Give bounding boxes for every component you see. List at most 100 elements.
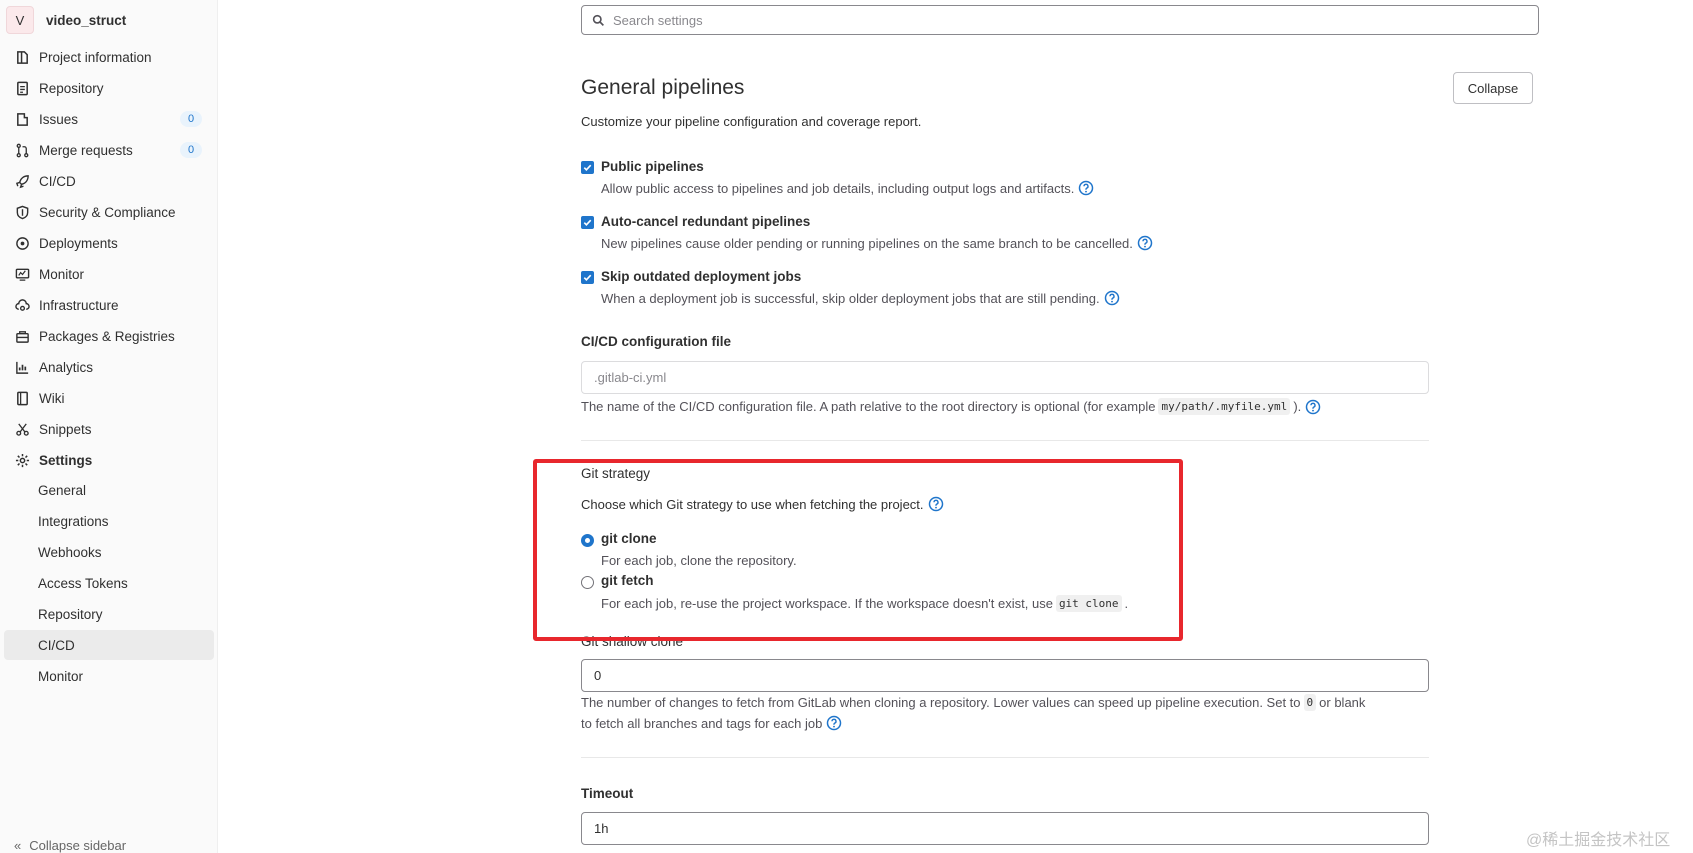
sidebar-item-settings[interactable]: Settings: [0, 445, 218, 475]
git-clone-code: git clone: [1055, 595, 1122, 612]
timeout-input[interactable]: [592, 820, 1396, 837]
project-header[interactable]: V video_struct: [6, 4, 126, 36]
git-clone-help: For each job, clone the repository.: [601, 553, 797, 568]
sidebar-item-label: Project information: [39, 49, 152, 65]
sidebar-item-label: Repository: [39, 80, 104, 96]
project-icon: [14, 49, 30, 65]
issues-count-badge: 0: [180, 111, 202, 127]
checkbox-help: New pipelines cause older pending or run…: [601, 235, 1153, 251]
sidebar-item-label: Deployments: [39, 235, 118, 251]
question-circle-icon[interactable]: [826, 715, 842, 731]
sidebar-item-security-compliance[interactable]: Security & Compliance: [0, 197, 218, 227]
question-circle-icon[interactable]: [928, 496, 944, 512]
collapse-sidebar-button[interactable]: « Collapse sidebar: [14, 838, 126, 853]
sidebar-item-wiki[interactable]: Wiki: [0, 383, 218, 413]
git-fetch-help: For each job, re-use the project workspa…: [601, 595, 1128, 612]
ci-config-field: [581, 361, 1429, 394]
checkbox-help: Allow public access to pipelines and job…: [601, 180, 1094, 196]
sidebar-item-label: Security & Compliance: [39, 204, 176, 220]
ci-config-label: CI/CD configuration file: [581, 334, 731, 349]
cloud-gear-icon: [14, 297, 30, 313]
sidebar-item-label: Issues: [39, 111, 79, 127]
scissors-icon: [14, 421, 30, 437]
checkbox-help: When a deployment job is successful, ski…: [601, 290, 1120, 306]
sidebar-item-snippets[interactable]: Snippets: [0, 414, 218, 444]
sidebar-item-merge-requests[interactable]: Merge requests 0: [0, 135, 218, 165]
git-clone-label: git clone: [601, 531, 657, 546]
sidebar-item-monitor[interactable]: Monitor: [0, 259, 218, 289]
sidebar-item-infrastructure[interactable]: Infrastructure: [0, 290, 218, 320]
shallow-clone-help-text2: to fetch all branches and tags for each …: [581, 715, 823, 731]
sidebar-item-project-information[interactable]: Project information: [0, 42, 218, 72]
section-description: Customize your pipeline configuration an…: [581, 114, 922, 129]
issues-icon: [14, 111, 30, 127]
settings-sub-general[interactable]: General: [4, 475, 214, 505]
rocket-icon: [14, 173, 30, 189]
question-circle-icon[interactable]: [1104, 290, 1120, 306]
collapse-button[interactable]: Collapse: [1453, 72, 1533, 104]
shallow-zero-code: 0: [1303, 694, 1317, 711]
settings-sub-webhooks[interactable]: Webhooks: [4, 537, 214, 567]
sidebar-item-label: CI/CD: [39, 173, 76, 189]
checkbox-help-text: Allow public access to pipelines and job…: [601, 180, 1075, 196]
doc-icon: [14, 80, 30, 96]
settings-sub-monitor[interactable]: Monitor: [4, 661, 214, 691]
timeout-field: [581, 812, 1429, 845]
shallow-clone-label: Git shallow clone: [581, 634, 684, 649]
sidebar-item-repository[interactable]: Repository: [0, 73, 218, 103]
shallow-clone-field: [581, 659, 1429, 692]
git-strategy-label: Git strategy: [581, 466, 651, 481]
sidebar-item-label: Wiki: [39, 390, 65, 406]
checkbox-help-text: New pipelines cause older pending or run…: [601, 235, 1133, 251]
collapse-sidebar-label: Collapse sidebar: [29, 838, 127, 853]
monitor-icon: [14, 266, 30, 282]
search-settings-input[interactable]: [611, 11, 1515, 29]
git-strategy-description-text: Choose which Git strategy to use when fe…: [581, 496, 924, 512]
settings-sub-access-tokens[interactable]: Access Tokens: [4, 568, 214, 598]
watermark: @稀土掘金技术社区: [1526, 832, 1671, 849]
sidebar-item-packages-registries[interactable]: Packages & Registries: [0, 321, 218, 351]
settings-sub-cicd[interactable]: CI/CD: [4, 630, 214, 660]
skip-outdated-checkbox[interactable]: [581, 271, 594, 284]
search-icon: [592, 14, 605, 27]
divider: [581, 757, 1429, 758]
deployments-icon: [14, 235, 30, 251]
checkbox-label: Auto-cancel redundant pipelines: [601, 214, 811, 229]
git-fetch-radio[interactable]: [581, 576, 594, 589]
settings-sub-repository[interactable]: Repository: [4, 599, 214, 629]
question-circle-icon[interactable]: [1305, 399, 1321, 415]
checkbox-label: Skip outdated deployment jobs: [601, 269, 802, 284]
sidebar-item-cicd[interactable]: CI/CD: [0, 166, 218, 196]
sidebar-item-analytics[interactable]: Analytics: [0, 352, 218, 382]
shallow-clone-help-text: The number of changes to fetch from GitL…: [581, 695, 1301, 710]
shallow-clone-input[interactable]: [592, 667, 1396, 684]
settings-sub-integrations[interactable]: Integrations: [4, 506, 214, 536]
merge-request-icon: [14, 142, 30, 158]
sidebar-item-label: Merge requests: [39, 142, 133, 158]
sidebar-item-deployments[interactable]: Deployments: [0, 228, 218, 258]
public-pipelines-checkbox[interactable]: [581, 161, 594, 174]
question-circle-icon[interactable]: [1078, 180, 1094, 196]
checkbox-label: Public pipelines: [601, 159, 704, 174]
sidebar-item-issues[interactable]: Issues 0: [0, 104, 218, 134]
shallow-clone-help-line2: to fetch all branches and tags for each …: [581, 715, 842, 731]
sidebar-item-label: Packages & Registries: [39, 328, 175, 344]
ci-config-help-text: The name of the CI/CD configuration file…: [581, 399, 1156, 414]
ci-config-input[interactable]: [592, 369, 1396, 386]
auto-cancel-checkbox[interactable]: [581, 216, 594, 229]
ci-config-example-code: my/path/.myfile.yml: [1158, 398, 1291, 415]
double-chevron-left-icon: «: [14, 838, 22, 853]
search-settings-box: [581, 5, 1539, 35]
project-name: video_struct: [46, 12, 127, 28]
question-circle-icon[interactable]: [1137, 235, 1153, 251]
shield-icon: [14, 204, 30, 220]
sidebar-item-label: Analytics: [39, 359, 94, 375]
chart-icon: [14, 359, 30, 375]
ci-config-help: The name of the CI/CD configuration file…: [581, 398, 1321, 415]
git-clone-radio[interactable]: [581, 534, 594, 547]
gear-icon: [14, 452, 30, 468]
timeout-label: Timeout: [581, 786, 634, 801]
sidebar-item-label: Monitor: [39, 266, 85, 282]
git-fetch-label: git fetch: [601, 573, 654, 588]
shallow-clone-help-line1: The number of changes to fetch from GitL…: [581, 694, 1365, 711]
